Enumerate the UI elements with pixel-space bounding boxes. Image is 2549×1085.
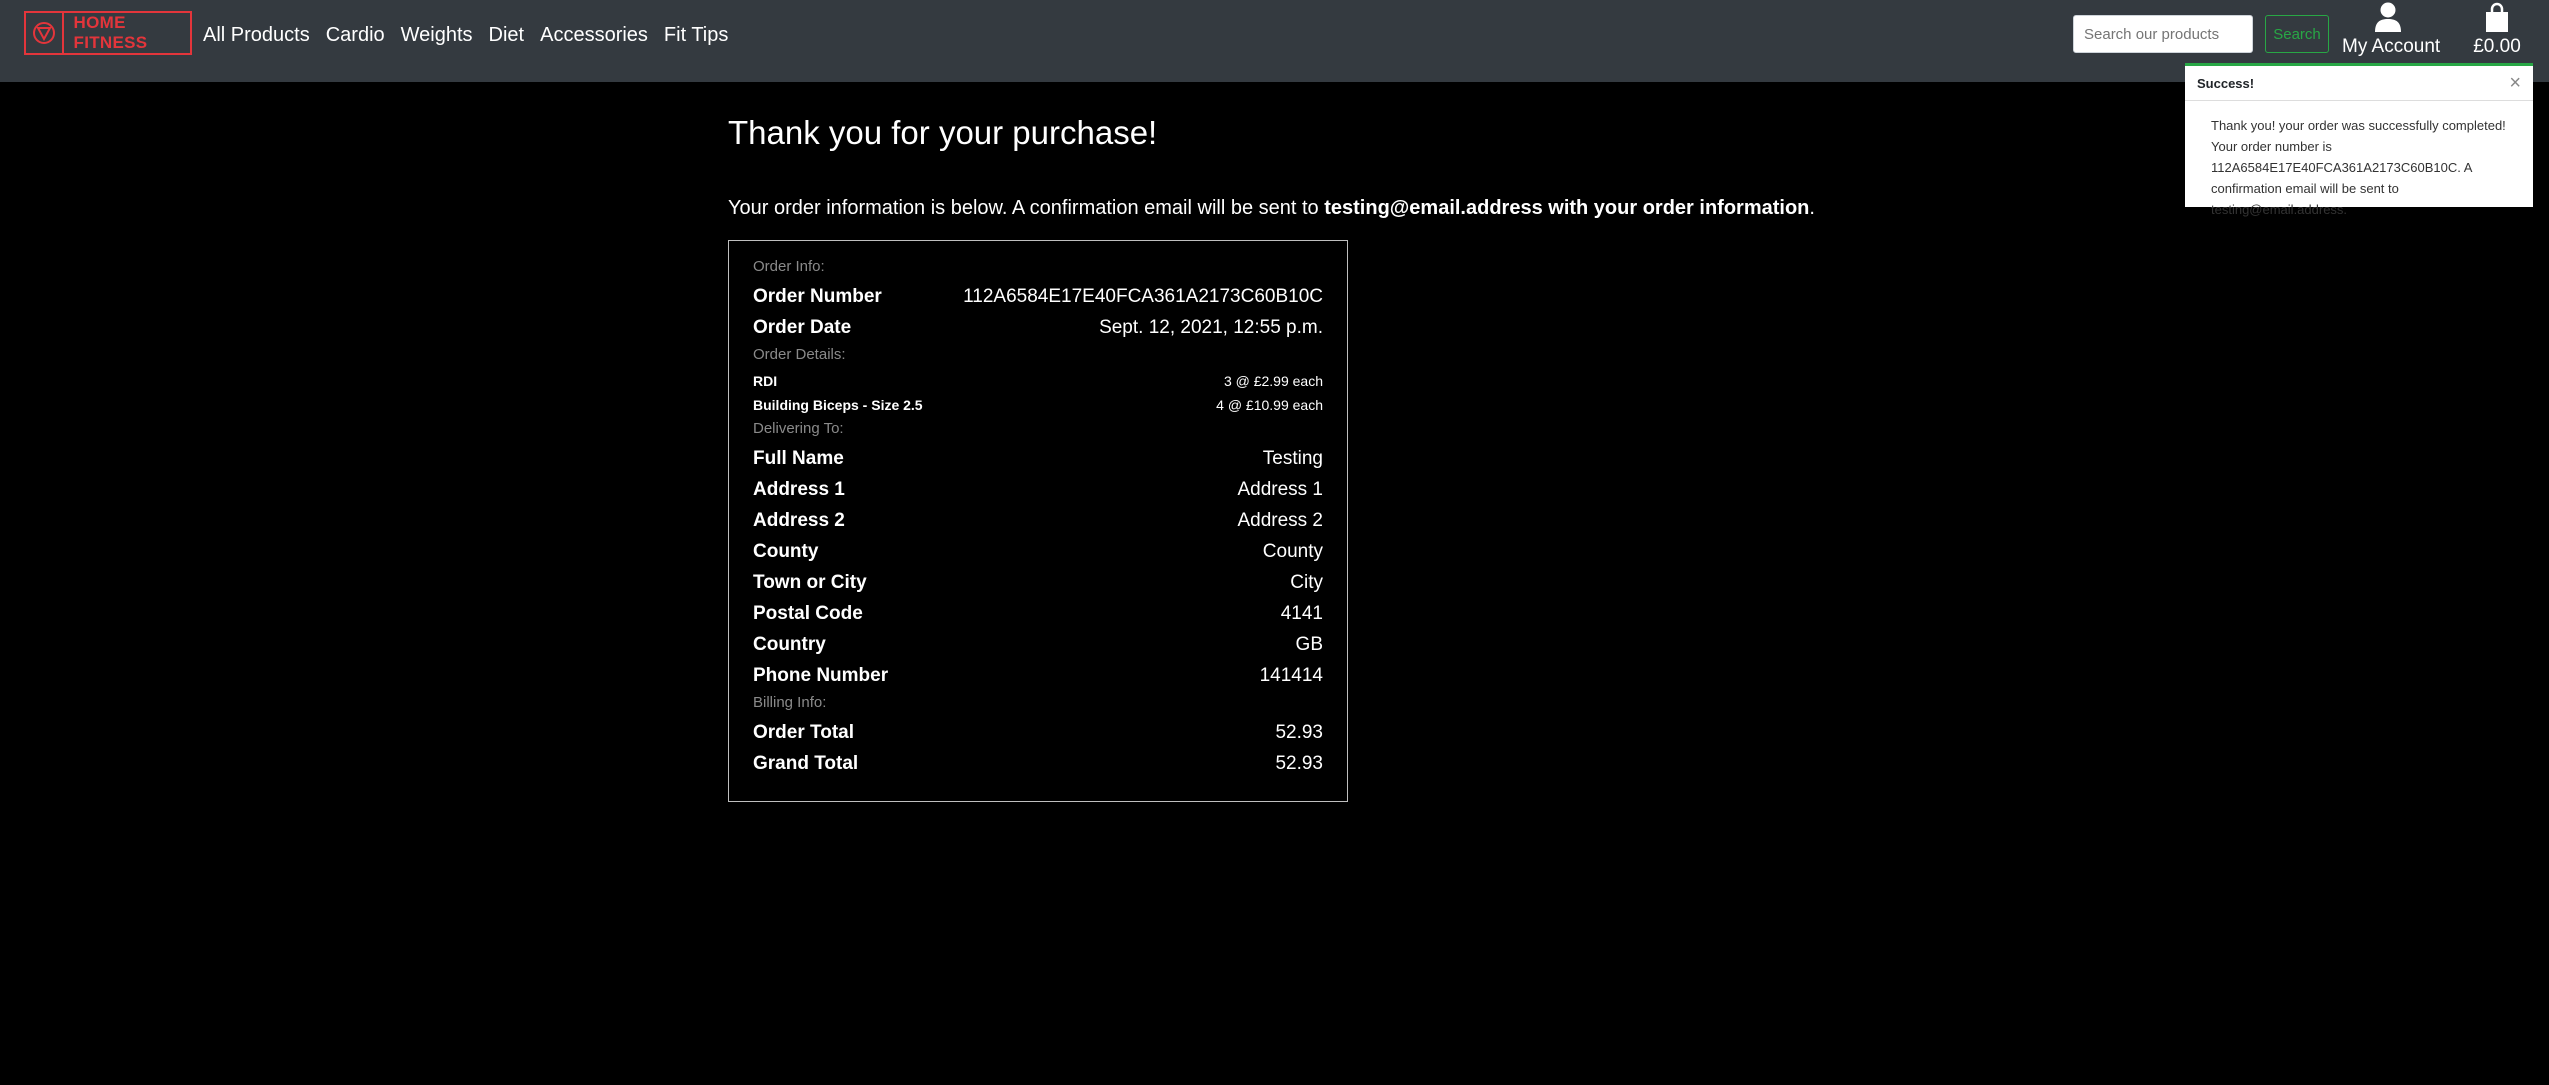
search-input[interactable] bbox=[2073, 15, 2253, 53]
billing-value: 52.93 bbox=[1275, 721, 1323, 743]
order-number-key: Order Number bbox=[753, 285, 882, 307]
toast-message: Thank you! your order was successfully c… bbox=[2211, 118, 2506, 217]
billing-info-label: Billing Info: bbox=[753, 694, 827, 711]
main-nav: All Products Cardio Weights Diet Accesso… bbox=[203, 24, 728, 47]
search-button[interactable]: Search bbox=[2265, 15, 2329, 53]
billing-value: 52.93 bbox=[1275, 752, 1323, 774]
success-toast: Success! × Thank you! your order was suc… bbox=[2185, 63, 2533, 217]
nav-fit-tips[interactable]: Fit Tips bbox=[664, 24, 728, 47]
delivery-value: Address 2 bbox=[1237, 509, 1323, 531]
delivery-key: Full Name bbox=[753, 447, 844, 469]
full-name-row: Full Name Testing bbox=[753, 443, 1323, 474]
postal-code-row: Postal Code 4141 bbox=[753, 598, 1323, 629]
brand-logo[interactable]: HOME FITNESS bbox=[24, 11, 192, 55]
user-icon bbox=[2375, 2, 2401, 32]
order-date-value: Sept. 12, 2021, 12:55 p.m. bbox=[1099, 316, 1323, 338]
delivery-key: Postal Code bbox=[753, 602, 863, 624]
order-item-row: RDI 3 @ £2.99 each bbox=[753, 369, 1323, 393]
order-item-name: Building Biceps - Size 2.5 bbox=[753, 397, 923, 413]
delivery-key: County bbox=[753, 540, 819, 562]
nav-weights[interactable]: Weights bbox=[401, 24, 473, 47]
delivery-value: Testing bbox=[1262, 447, 1323, 469]
billing-key: Grand Total bbox=[753, 752, 859, 774]
shopping-bag-link[interactable]: £0.00 bbox=[2466, 2, 2528, 58]
phone-row: Phone Number 141414 bbox=[753, 660, 1323, 691]
billing-key: Order Total bbox=[753, 721, 854, 743]
delivery-value: County bbox=[1262, 540, 1323, 562]
delivery-value: 141414 bbox=[1259, 664, 1323, 686]
my-account-label: My Account bbox=[2342, 36, 2441, 57]
order-info-text: Your order information is below. A confi… bbox=[728, 197, 1815, 220]
nav-all-products[interactable]: All Products bbox=[203, 24, 310, 47]
delivery-key: Town or City bbox=[753, 571, 867, 593]
toast-title: Success! bbox=[2197, 75, 2255, 91]
close-icon[interactable]: × bbox=[2509, 72, 2521, 95]
order-number-value: 112A6584E17E40FCA361A2173C60B10C bbox=[963, 285, 1323, 307]
delivery-value: City bbox=[1290, 571, 1323, 593]
address-2-row: Address 2 Address 2 bbox=[753, 505, 1323, 536]
toast-header: Success! × bbox=[2185, 66, 2533, 101]
delivery-value: 4141 bbox=[1280, 602, 1323, 624]
nav-accessories[interactable]: Accessories bbox=[540, 24, 648, 47]
order-date-key: Order Date bbox=[753, 316, 852, 338]
delivery-key: Phone Number bbox=[753, 664, 889, 686]
grand-total-row: Grand Total 52.93 bbox=[753, 748, 1323, 779]
country-row: Country GB bbox=[753, 629, 1323, 660]
info-suffix: . bbox=[1809, 197, 1815, 219]
order-summary-card: Order Info: Order Number 112A6584E17E40F… bbox=[728, 240, 1348, 802]
brand-name: HOME FITNESS bbox=[73, 13, 148, 52]
page-title: Thank you for your purchase! bbox=[728, 114, 1158, 151]
my-account-link[interactable]: My Account bbox=[2342, 2, 2441, 58]
order-info-label: Order Info: bbox=[753, 258, 825, 275]
logo-mark-icon bbox=[26, 13, 64, 53]
delivery-key: Country bbox=[753, 633, 826, 655]
nav-diet[interactable]: Diet bbox=[489, 24, 525, 47]
delivery-value: GB bbox=[1295, 633, 1323, 655]
county-row: County County bbox=[753, 536, 1323, 567]
order-item-qty: 4 @ £10.99 each bbox=[1216, 397, 1323, 413]
order-item-row: Building Biceps - Size 2.5 4 @ £10.99 ea… bbox=[753, 393, 1323, 417]
top-navbar: HOME FITNESS All Products Cardio Weights… bbox=[0, 0, 2549, 82]
order-item-name: RDI bbox=[753, 373, 778, 389]
address-1-row: Address 1 Address 1 bbox=[753, 474, 1323, 505]
order-details-label: Order Details: bbox=[753, 346, 846, 363]
nav-cardio[interactable]: Cardio bbox=[326, 24, 385, 47]
order-total-row: Order Total 52.93 bbox=[753, 717, 1323, 748]
order-item-qty: 3 @ £2.99 each bbox=[1223, 373, 1323, 389]
delivery-value: Address 1 bbox=[1237, 478, 1323, 500]
order-number-row: Order Number 112A6584E17E40FCA361A2173C6… bbox=[753, 281, 1323, 312]
shopping-bag-icon bbox=[2486, 2, 2508, 32]
delivery-key: Address 1 bbox=[753, 478, 845, 500]
bag-total: £0.00 bbox=[2473, 36, 2521, 57]
order-date-row: Order Date Sept. 12, 2021, 12:55 p.m. bbox=[753, 312, 1323, 343]
delivery-key: Address 2 bbox=[753, 509, 845, 531]
town-row: Town or City City bbox=[753, 567, 1323, 598]
info-prefix: Your order information is below. A confi… bbox=[728, 197, 1325, 219]
delivering-to-label: Delivering To: bbox=[753, 420, 844, 437]
info-email: testing@email.address with your order in… bbox=[1324, 197, 1810, 219]
